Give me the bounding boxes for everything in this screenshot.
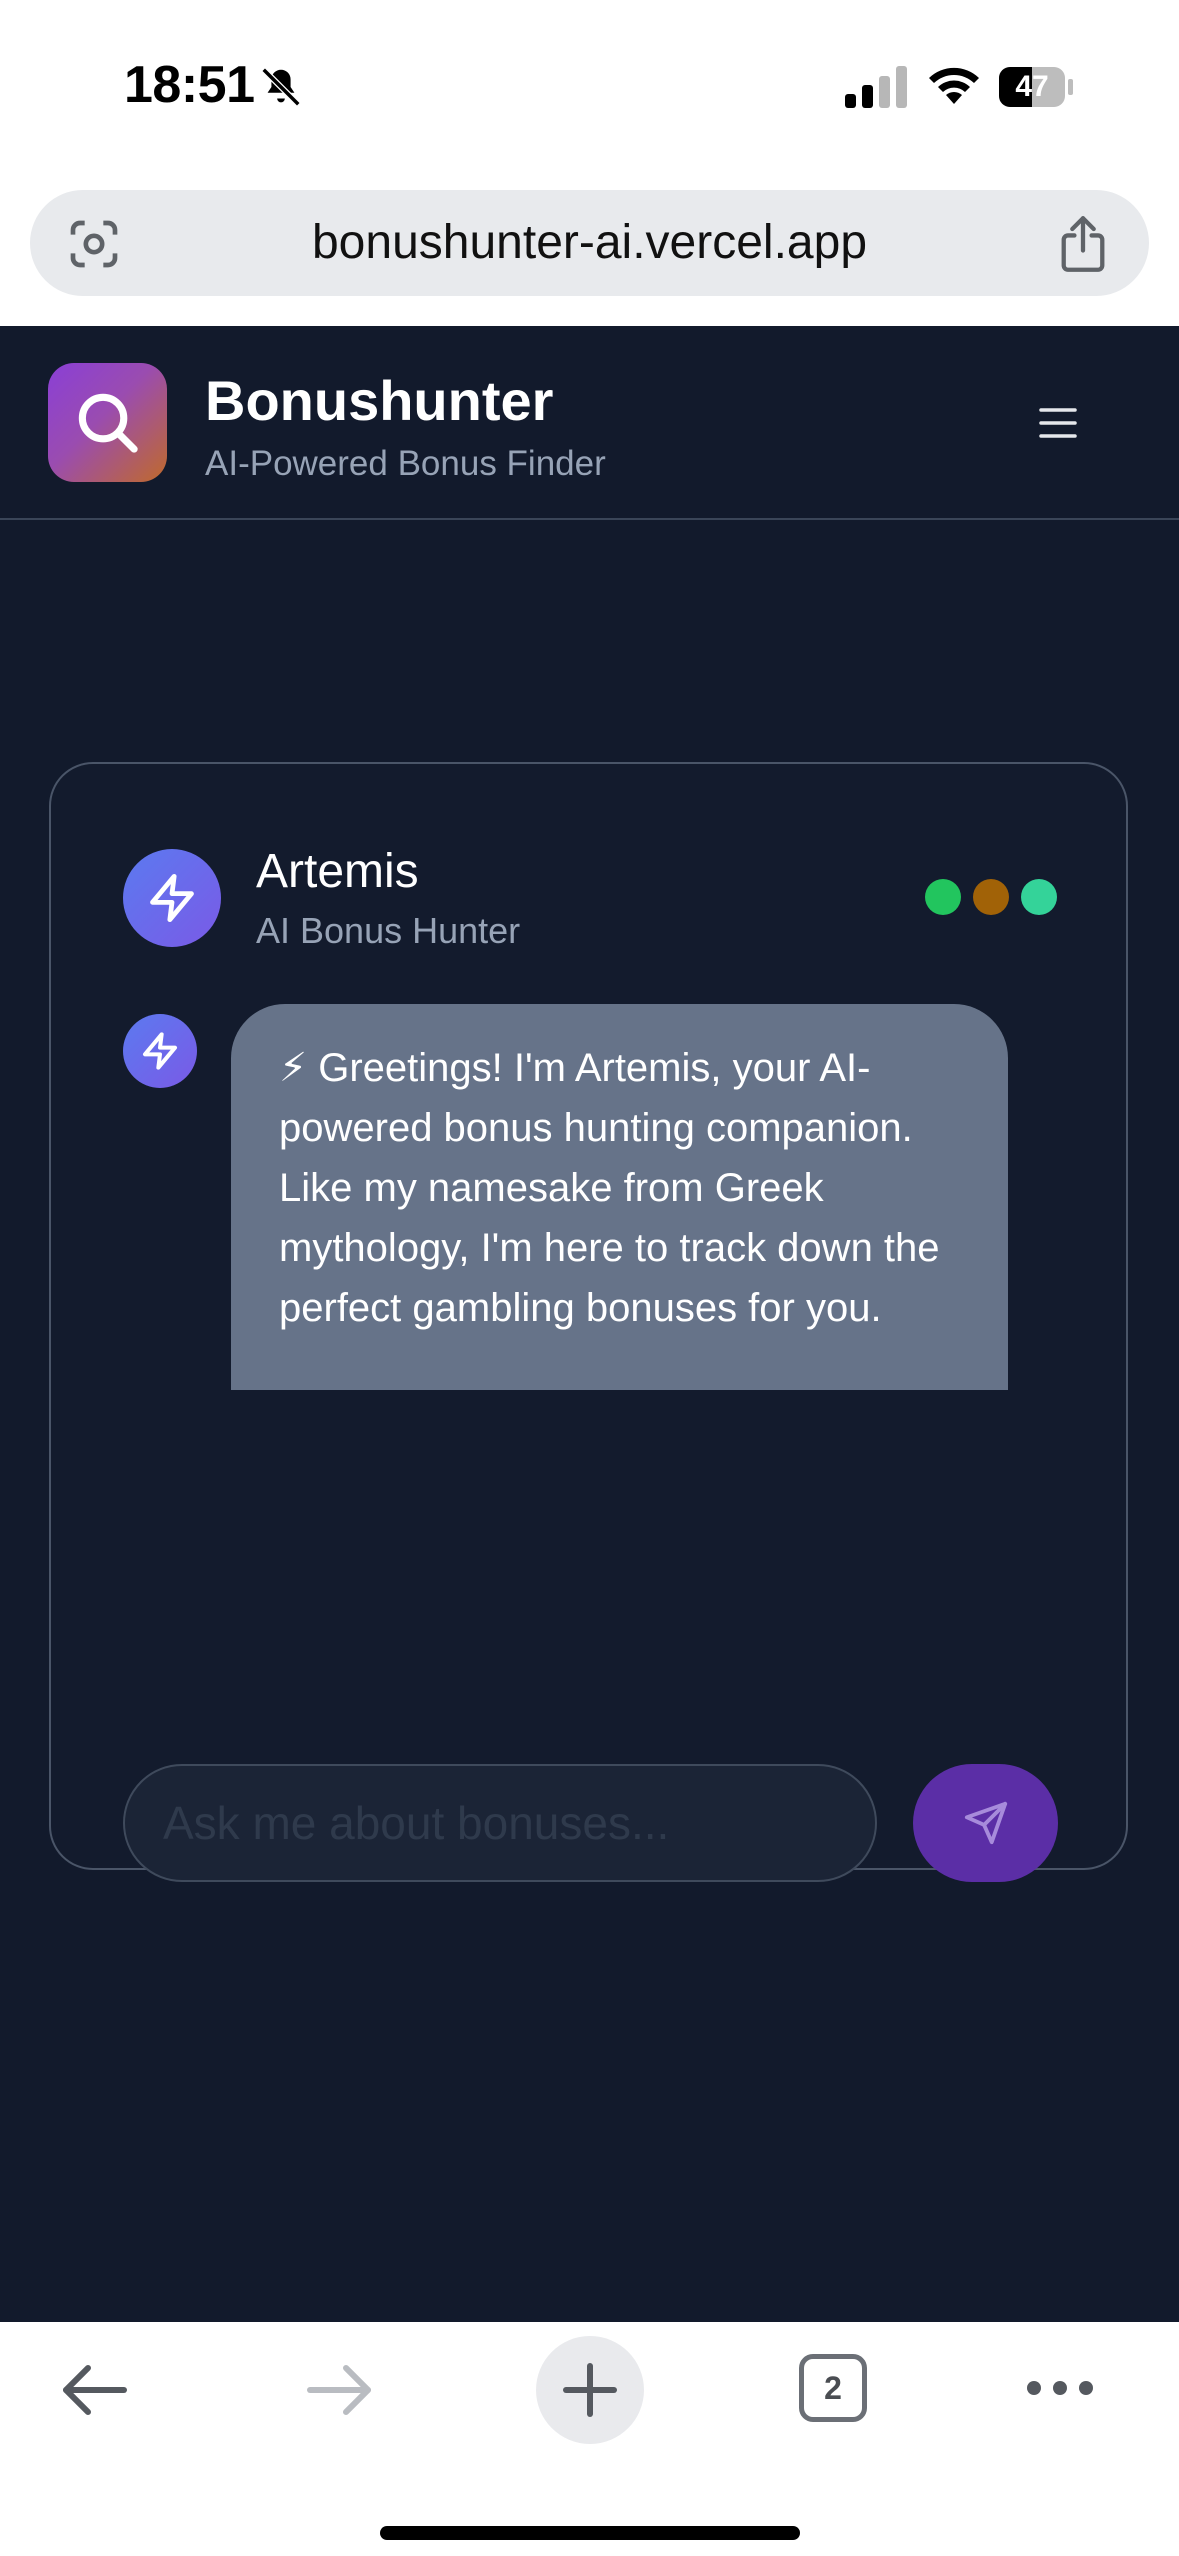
plus-icon [563, 2363, 617, 2417]
lightning-bolt-icon [143, 1032, 177, 1070]
message-avatar [123, 1014, 197, 1088]
lightning-bolt-icon [150, 873, 194, 923]
agent-name: Artemis [256, 845, 419, 898]
chat-input[interactable] [123, 1764, 877, 1882]
status-bar: 18:51 47 [0, 0, 1179, 180]
share-icon[interactable] [1057, 214, 1109, 274]
wifi-icon [929, 67, 979, 104]
send-icon [964, 1801, 1008, 1845]
home-indicator [380, 2526, 800, 2540]
app-subtitle: AI-Powered Bonus Finder [205, 444, 606, 483]
app-title: Bonushunter [205, 369, 554, 432]
search-icon [78, 393, 138, 453]
forward-arrow-icon[interactable] [304, 2362, 374, 2418]
status-time: 18:51 [124, 56, 255, 114]
assistant-message: ⚡ Greetings! I'm Artemis, your AI-powere… [231, 1004, 1008, 1390]
agent-avatar [123, 849, 221, 947]
status-dot-teal [1021, 879, 1057, 915]
url-text[interactable]: bonushunter-ai.vercel.app [30, 190, 1149, 296]
bell-slash-icon [261, 67, 301, 107]
agent-role: AI Bonus Hunter [256, 910, 521, 951]
send-button[interactable] [913, 1764, 1058, 1882]
status-dot-amber [973, 879, 1009, 915]
address-bar[interactable]: bonushunter-ai.vercel.app [30, 190, 1149, 296]
more-options-icon[interactable] [1024, 2376, 1096, 2400]
battery-icon: 47 [998, 66, 1074, 108]
app-logo[interactable] [48, 363, 167, 482]
hamburger-menu-icon[interactable] [1038, 406, 1078, 440]
browser-toolbar: 2 [0, 2322, 1179, 2556]
app-root: Bonushunter AI-Powered Bonus Finder Arte… [0, 326, 1179, 2322]
app-header: Bonushunter AI-Powered Bonus Finder [0, 326, 1179, 520]
message-list[interactable]: ⚡ Greetings! I'm Artemis, your AI-powere… [231, 1004, 1011, 1390]
status-dot-green [925, 879, 961, 915]
chat-card: Artemis AI Bonus Hunter ⚡ Greetings! I'm… [49, 762, 1128, 1882]
new-tab-button[interactable] [536, 2336, 644, 2444]
battery-level: 47 [1015, 70, 1049, 103]
cellular-signal-icon [845, 66, 907, 108]
tab-switcher-button[interactable]: 2 [799, 2354, 867, 2422]
back-arrow-icon[interactable] [60, 2362, 130, 2418]
